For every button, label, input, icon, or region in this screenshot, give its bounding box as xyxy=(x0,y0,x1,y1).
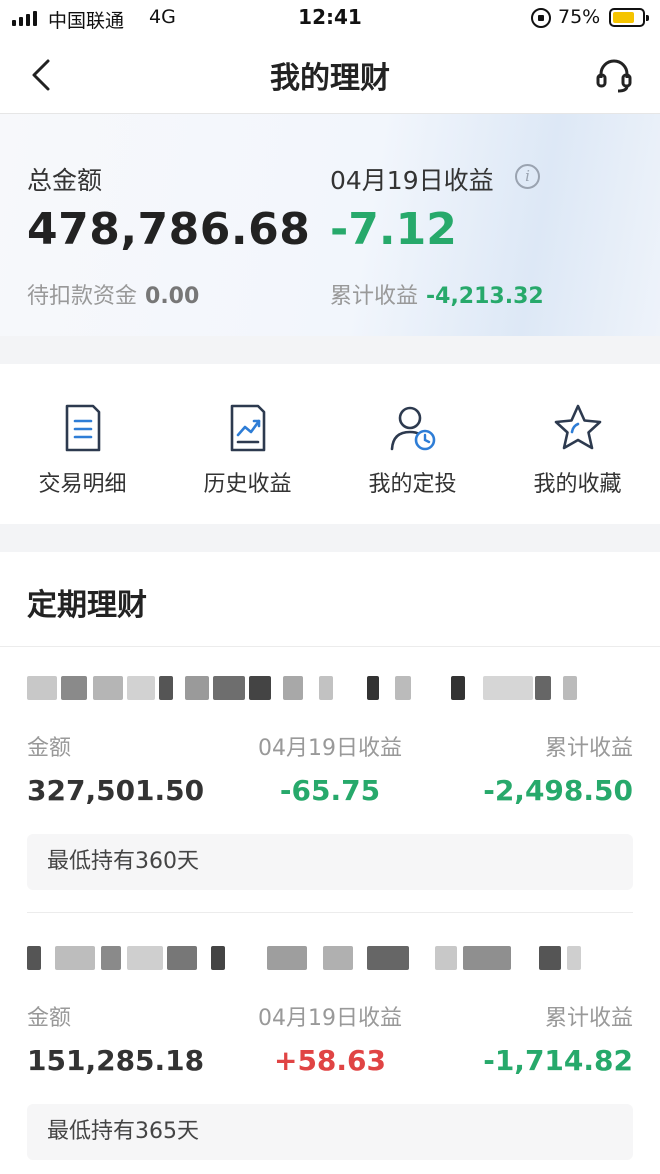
product-name-redacted xyxy=(27,946,607,970)
status-bar: 中国联通 4G 12:41 75% xyxy=(0,0,660,36)
quick-action-auto-invest[interactable]: 我的定投 xyxy=(330,402,495,498)
headset-icon[interactable] xyxy=(594,56,634,94)
daily-earnings-value: -65.75 xyxy=(279,774,381,807)
battery-percent: 75% xyxy=(558,6,601,28)
quick-action-history-earnings[interactable]: 历史收益 xyxy=(165,402,330,498)
amount-value: 327,501.50 xyxy=(27,774,205,807)
fixed-term-section: 定期理财 金额 04月19日收益 累计收益 327,501.50 -65.75 … xyxy=(0,552,660,1174)
pending-funds: 待扣款资金 0.00 xyxy=(27,278,199,310)
daily-earnings-label: 04月19日收益 xyxy=(258,1006,402,1031)
pending-funds-label: 待扣款资金 xyxy=(27,284,138,309)
info-icon[interactable]: i xyxy=(515,164,540,189)
quick-actions: 交易明细 历史收益 我的定投 我的收藏 xyxy=(0,364,660,524)
total-amount-value: 478,786.68 xyxy=(27,204,311,255)
product-name-redacted xyxy=(27,676,607,700)
battery-icon xyxy=(609,8,649,27)
cumulative-earnings: 累计收益 -4,213.32 xyxy=(330,278,544,310)
quick-action-label: 交易明细 xyxy=(38,472,127,497)
amount-label: 金额 xyxy=(27,1006,72,1031)
cumulative-earnings-label: 累计收益 xyxy=(330,284,419,309)
holding-period: 最低持有360天 xyxy=(27,834,633,890)
quick-action-transactions[interactable]: 交易明细 xyxy=(0,402,165,498)
asset-summary: 总金额 478,786.68 待扣款资金 0.00 04月19日收益 i -7.1… xyxy=(0,114,660,336)
cumulative-earnings-value: -2,498.50 xyxy=(483,774,633,807)
section-title: 定期理财 xyxy=(27,588,147,623)
chart-trend-icon xyxy=(230,404,265,452)
total-amount-label: 总金额 xyxy=(27,166,103,195)
cumulative-earnings-value: -1,714.82 xyxy=(483,1044,633,1077)
quick-action-label: 我的定投 xyxy=(368,472,457,497)
document-icon xyxy=(65,404,100,452)
amount-label: 金额 xyxy=(27,736,72,761)
holding-period: 最低持有365天 xyxy=(27,1104,633,1160)
divider xyxy=(27,912,633,913)
star-icon xyxy=(554,404,601,450)
quick-action-label: 我的收藏 xyxy=(533,472,622,497)
quick-action-favorites[interactable]: 我的收藏 xyxy=(495,402,660,498)
cumulative-earnings-label: 累计收益 xyxy=(544,736,633,761)
cumulative-earnings-label: 累计收益 xyxy=(544,1006,633,1031)
battery-level xyxy=(613,12,634,23)
daily-earnings-value: -7.12 xyxy=(330,204,457,255)
product-card[interactable]: 金额 04月19日收益 累计收益 327,501.50 -65.75 -2,49… xyxy=(0,648,660,918)
quick-action-label: 历史收益 xyxy=(203,472,292,497)
page-title: 我的理财 xyxy=(270,61,390,96)
daily-earnings-label: 04月19日收益 xyxy=(258,736,402,761)
nav-bar: 我的理财 xyxy=(0,36,660,114)
pending-funds-value: 0.00 xyxy=(145,284,200,309)
divider xyxy=(0,646,660,647)
product-card[interactable]: 金额 04月19日收益 累计收益 151,285.18 +58.63 -1,71… xyxy=(0,918,660,1174)
daily-earnings-value: +58.63 xyxy=(273,1044,387,1077)
amount-value: 151,285.18 xyxy=(27,1044,205,1077)
rotation-lock-icon xyxy=(531,8,551,28)
user-clock-icon xyxy=(390,406,435,451)
daily-earnings-label: 04月19日收益 xyxy=(330,166,494,195)
cumulative-earnings-value: -4,213.32 xyxy=(426,284,544,309)
